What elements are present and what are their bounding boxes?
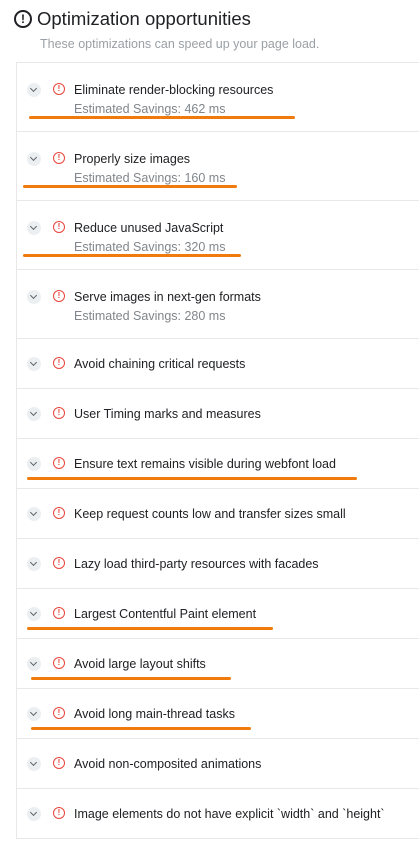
- highlight-underline: [31, 727, 251, 730]
- chevron-down-icon[interactable]: [27, 507, 41, 521]
- warning-icon: !: [53, 607, 65, 619]
- warning-icon: !: [53, 407, 65, 419]
- warning-icon: !: [53, 657, 65, 669]
- highlight-underline: [23, 185, 237, 188]
- warning-icon: !: [53, 83, 65, 95]
- audit-item[interactable]: ! Keep request counts low and transfer si…: [17, 489, 419, 539]
- audit-item[interactable]: ! Reduce unused JavaScript Estimated Savin…: [17, 201, 419, 270]
- chevron-down-icon[interactable]: [27, 407, 41, 421]
- chevron-down-icon[interactable]: [27, 83, 41, 97]
- audit-item[interactable]: ! Image elements do not have explicit `wi…: [17, 789, 419, 839]
- chevron-down-icon[interactable]: [27, 357, 41, 371]
- audit-title: Avoid long main-thread tasks: [74, 707, 235, 721]
- audit-title: Largest Contentful Paint element: [74, 607, 257, 621]
- audit-title: User Timing marks and measures: [74, 407, 261, 421]
- chevron-down-icon[interactable]: [27, 557, 41, 571]
- audit-title: Lazy load third-party resources with fac…: [74, 557, 319, 571]
- highlight-underline: [23, 254, 241, 257]
- chevron-down-icon[interactable]: [27, 290, 41, 304]
- audit-item[interactable]: ! Avoid large layout shifts: [17, 639, 419, 689]
- audit-item[interactable]: ! Lazy load third-party resources with fa…: [17, 539, 419, 589]
- section-subtitle: These optimizations can speed up your pa…: [40, 37, 320, 51]
- highlight-underline: [31, 677, 231, 680]
- audit-item[interactable]: ! User Timing marks and measures: [17, 389, 419, 439]
- audit-title: Properly size images: [74, 152, 191, 166]
- audit-item[interactable]: ! Properly size images Estimated Savings: …: [17, 132, 419, 201]
- chevron-down-icon[interactable]: [27, 807, 41, 821]
- audit-savings: Estimated Savings: 320 ms: [74, 240, 226, 254]
- audit-title: Reduce unused JavaScript: [74, 221, 224, 235]
- highlight-underline: [29, 116, 295, 119]
- audit-title: Avoid chaining critical requests: [74, 357, 246, 371]
- audit-item[interactable]: ! Eliminate render-blocking resources Esti…: [17, 63, 419, 132]
- warning-icon: !: [53, 152, 65, 164]
- chevron-down-icon[interactable]: [27, 221, 41, 235]
- warning-icon: !: [53, 357, 65, 369]
- section-header: ! Optimization opportunities: [14, 8, 251, 30]
- warning-icon: !: [53, 707, 65, 719]
- audit-title: Avoid large layout shifts: [74, 657, 206, 671]
- chevron-down-icon[interactable]: [27, 707, 41, 721]
- audit-title: Eliminate render-blocking resources: [74, 83, 274, 97]
- audit-item[interactable]: ! Avoid long main-thread tasks: [17, 689, 419, 739]
- audit-savings: Estimated Savings: 280 ms: [74, 309, 226, 323]
- warning-icon: !: [53, 507, 65, 519]
- exclamation-circle-icon: !: [14, 10, 32, 28]
- warning-icon: !: [53, 807, 65, 819]
- chevron-down-icon[interactable]: [27, 152, 41, 166]
- highlight-underline: [27, 477, 357, 480]
- optimization-panel: ! Optimization opportunities These optim…: [0, 0, 419, 843]
- warning-icon: !: [53, 457, 65, 469]
- audit-item[interactable]: ! Ensure text remains visible during webf…: [17, 439, 419, 489]
- audit-title: Serve images in next-gen formats: [74, 290, 261, 304]
- audit-savings: Estimated Savings: 462 ms: [74, 102, 226, 116]
- highlight-underline: [27, 627, 273, 630]
- warning-icon: !: [53, 757, 65, 769]
- warning-icon: !: [53, 557, 65, 569]
- chevron-down-icon[interactable]: [27, 607, 41, 621]
- chevron-down-icon[interactable]: [27, 657, 41, 671]
- chevron-down-icon[interactable]: [27, 757, 41, 771]
- audit-item[interactable]: ! Largest Contentful Paint element: [17, 589, 419, 639]
- warning-icon: !: [53, 290, 65, 302]
- warning-icon: !: [53, 221, 65, 233]
- chevron-down-icon[interactable]: [27, 457, 41, 471]
- audit-title: Image elements do not have explicit `wid…: [74, 807, 385, 821]
- audit-title: Avoid non-composited animations: [74, 757, 262, 771]
- audit-item[interactable]: ! Avoid non-composited animations: [17, 739, 419, 789]
- audit-list: ! Eliminate render-blocking resources Esti…: [16, 62, 419, 839]
- audit-title: Ensure text remains visible during webfo…: [74, 457, 336, 471]
- audit-item[interactable]: ! Avoid chaining critical requests: [17, 339, 419, 389]
- audit-savings: Estimated Savings: 160 ms: [74, 171, 226, 185]
- section-title: Optimization opportunities: [37, 8, 251, 29]
- audit-item[interactable]: ! Serve images in next-gen formats Estimat…: [17, 270, 419, 339]
- audit-title: Keep request counts low and transfer siz…: [74, 507, 346, 521]
